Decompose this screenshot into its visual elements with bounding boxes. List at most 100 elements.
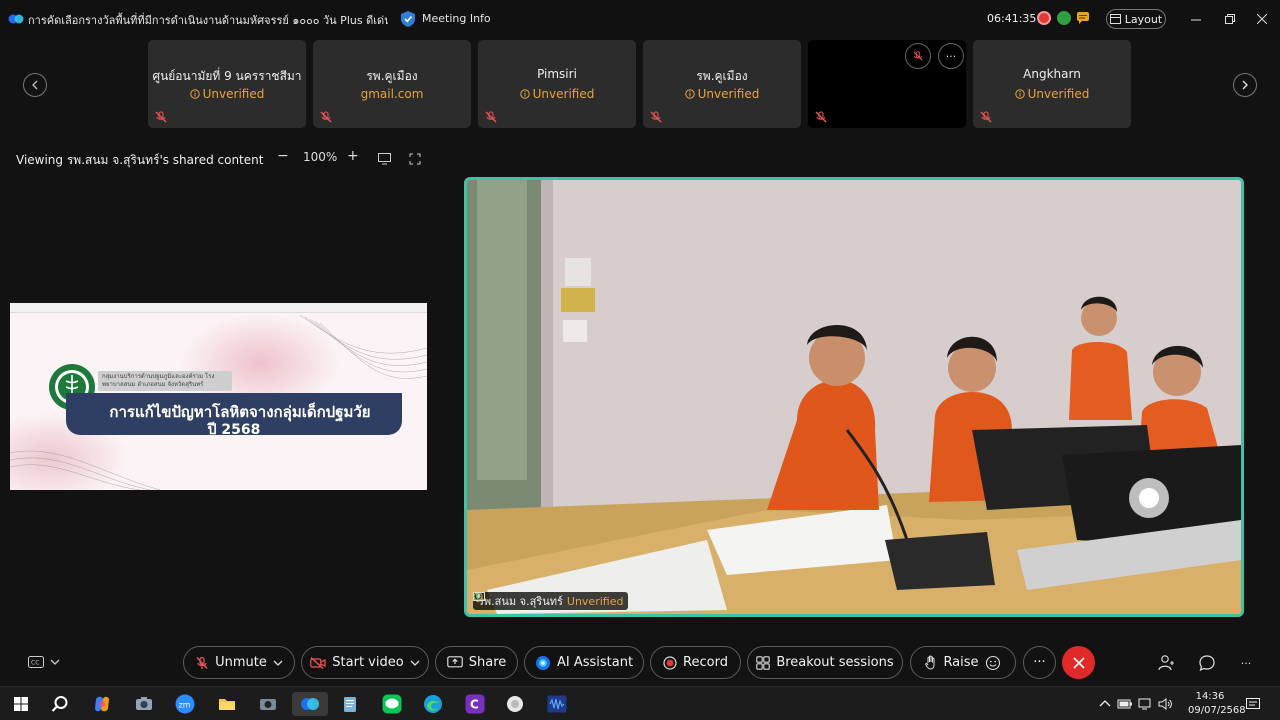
participant-status: Unverified (973, 87, 1131, 101)
unmute-button[interactable]: Unmute (183, 646, 295, 679)
maximize-button[interactable] (1218, 8, 1242, 30)
mic-muted-icon (155, 111, 167, 123)
windows-taskbar: zm C 14:36 09/07/2568 (0, 686, 1280, 720)
participant-name: ศูนย์อนามัยที่ 9 นครราชสีมา (152, 69, 302, 83)
viewing-label: Viewing รพ.สนม จ.สุรินทร์'s shared conte… (16, 153, 264, 167)
participant-name: Angkharn (1023, 67, 1081, 81)
chevron-down-icon (50, 659, 60, 665)
info-icon (189, 89, 200, 99)
info-icon (684, 89, 695, 99)
more-panels-button[interactable]: ··· (1235, 652, 1257, 674)
taskbar-search-button[interactable] (47, 692, 73, 716)
layout-icon (1109, 14, 1121, 24)
taskbar-line[interactable] (379, 692, 405, 716)
leave-meeting-button[interactable] (1062, 646, 1095, 679)
camera-app-icon (260, 699, 276, 710)
taskbar-file-explorer[interactable] (214, 692, 240, 716)
meeting-info-button[interactable]: Meeting Info (422, 12, 491, 25)
mic-muted-icon (815, 111, 827, 123)
notifications-icon[interactable] (1245, 696, 1261, 712)
speaker-status-text: Unverified (566, 594, 624, 608)
chevron-right-icon (1242, 80, 1248, 90)
breakout-icon (756, 655, 771, 670)
record-button[interactable]: Record (650, 646, 741, 679)
active-speaker-video[interactable]: รพ.สนม จ.สุรินทร์ Unverified (464, 177, 1244, 617)
taskbar-camera-2[interactable] (255, 692, 281, 716)
taskbar-app-c[interactable]: C (462, 692, 488, 716)
search-icon (51, 696, 68, 712)
captions-button[interactable]: CC (28, 652, 68, 672)
participants-panel-button[interactable] (1155, 652, 1177, 674)
participant-status: Unverified (148, 87, 306, 101)
mic-muted-icon (913, 51, 923, 61)
svg-text:zm: zm (179, 701, 191, 710)
taskbar-copilot[interactable] (89, 692, 115, 716)
zoom-level: 100% (303, 150, 338, 164)
app-generic-icon (507, 696, 523, 712)
participant-tile-self[interactable]: ··· (808, 40, 966, 128)
taskbar-notepad[interactable] (337, 692, 363, 716)
speaker-name: รพ.สนม จ.สุรินทร์ (478, 595, 563, 608)
network-icon[interactable] (1137, 696, 1153, 712)
start-video-label: Start video (332, 655, 404, 670)
audio-status-icon (1057, 11, 1071, 25)
folder-icon (219, 699, 235, 710)
minimize-icon (1191, 19, 1201, 21)
fullscreen-icon[interactable] (409, 153, 421, 165)
share-label: Share (468, 655, 507, 670)
participant-status: Unverified (643, 87, 801, 101)
shared-content-slide[interactable]: กลุ่มงานบริการด้านปฐมภูมิและองค์รวม โรงพ… (10, 303, 427, 490)
raise-hand-button[interactable]: Raise (910, 646, 1016, 679)
participant-status-text: Unverified (697, 87, 760, 101)
more-options-button[interactable]: ··· (1023, 646, 1056, 679)
taskbar-webex[interactable] (292, 692, 328, 716)
close-button[interactable] (1250, 8, 1274, 30)
participant-tile[interactable]: Angkharn Unverified (973, 40, 1131, 128)
participant-tile[interactable]: รพ.คูเมือง Unverified (643, 40, 801, 128)
more-icon: ··· (945, 49, 957, 63)
participant-tile[interactable]: ศูนย์อนามัยที่ 9 นครราชสีมา Unverified (148, 40, 306, 128)
taskbar-app-white[interactable] (502, 692, 528, 716)
taskbar-zoom[interactable]: zm (172, 692, 198, 716)
taskbar-edge[interactable] (420, 692, 446, 716)
participant-name: รพ.คูเมือง (366, 69, 418, 83)
breakout-sessions-button[interactable]: Breakout sessions (747, 646, 903, 679)
close-icon (1072, 656, 1085, 669)
ai-assistant-button[interactable]: AI Assistant (524, 646, 644, 679)
share-button[interactable]: Share (435, 646, 518, 679)
taskbar-app-audio[interactable] (544, 692, 570, 716)
layout-button[interactable]: Layout (1106, 9, 1166, 29)
chat-icon (1199, 655, 1215, 672)
chat-panel-button[interactable] (1196, 652, 1218, 674)
title-bar: การคัดเลือกรางวัลพื้นที่ที่มีการดำเนินงา… (0, 0, 1280, 38)
tile-mute-button[interactable] (905, 43, 931, 69)
participant-status: Unverified (478, 87, 636, 101)
battery-icon[interactable] (1117, 696, 1133, 712)
participants-next-button[interactable] (1233, 73, 1257, 97)
mic-muted-icon (650, 111, 662, 123)
edge-browser-icon (424, 695, 442, 713)
video-off-icon (310, 656, 326, 669)
start-button[interactable] (8, 692, 34, 716)
volume-icon[interactable] (1157, 696, 1173, 712)
chevron-down-icon (273, 660, 283, 666)
participants-prev-button[interactable] (23, 73, 47, 97)
participant-tile[interactable]: รพ.คูเมือง gmail.com (313, 40, 471, 128)
zoom-in-button[interactable]: + (347, 148, 359, 164)
zoom-out-button[interactable]: − (277, 148, 289, 164)
popout-icon[interactable] (378, 153, 392, 165)
minimize-button[interactable] (1184, 8, 1208, 30)
raise-hand-icon (925, 655, 935, 670)
taskbar-camera[interactable] (131, 692, 157, 716)
tile-more-button[interactable]: ··· (938, 43, 964, 69)
share-icon (446, 656, 463, 668)
slide-organization-text: กลุ่มงานบริการด้านปฐมภูมิและองค์รวม โรงพ… (98, 371, 232, 391)
participant-tile[interactable]: Pimsiri Unverified (478, 40, 636, 128)
app-c-icon: C (465, 694, 485, 714)
start-video-button[interactable]: Start video (301, 646, 429, 679)
taskbar-clock[interactable]: 14:36 09/07/2568 (1188, 690, 1246, 718)
participant-name: Pimsiri (537, 67, 577, 81)
tray-expand-icon[interactable] (1097, 696, 1113, 712)
shield-icon[interactable] (400, 10, 416, 28)
svg-text:CC: CC (31, 660, 39, 667)
